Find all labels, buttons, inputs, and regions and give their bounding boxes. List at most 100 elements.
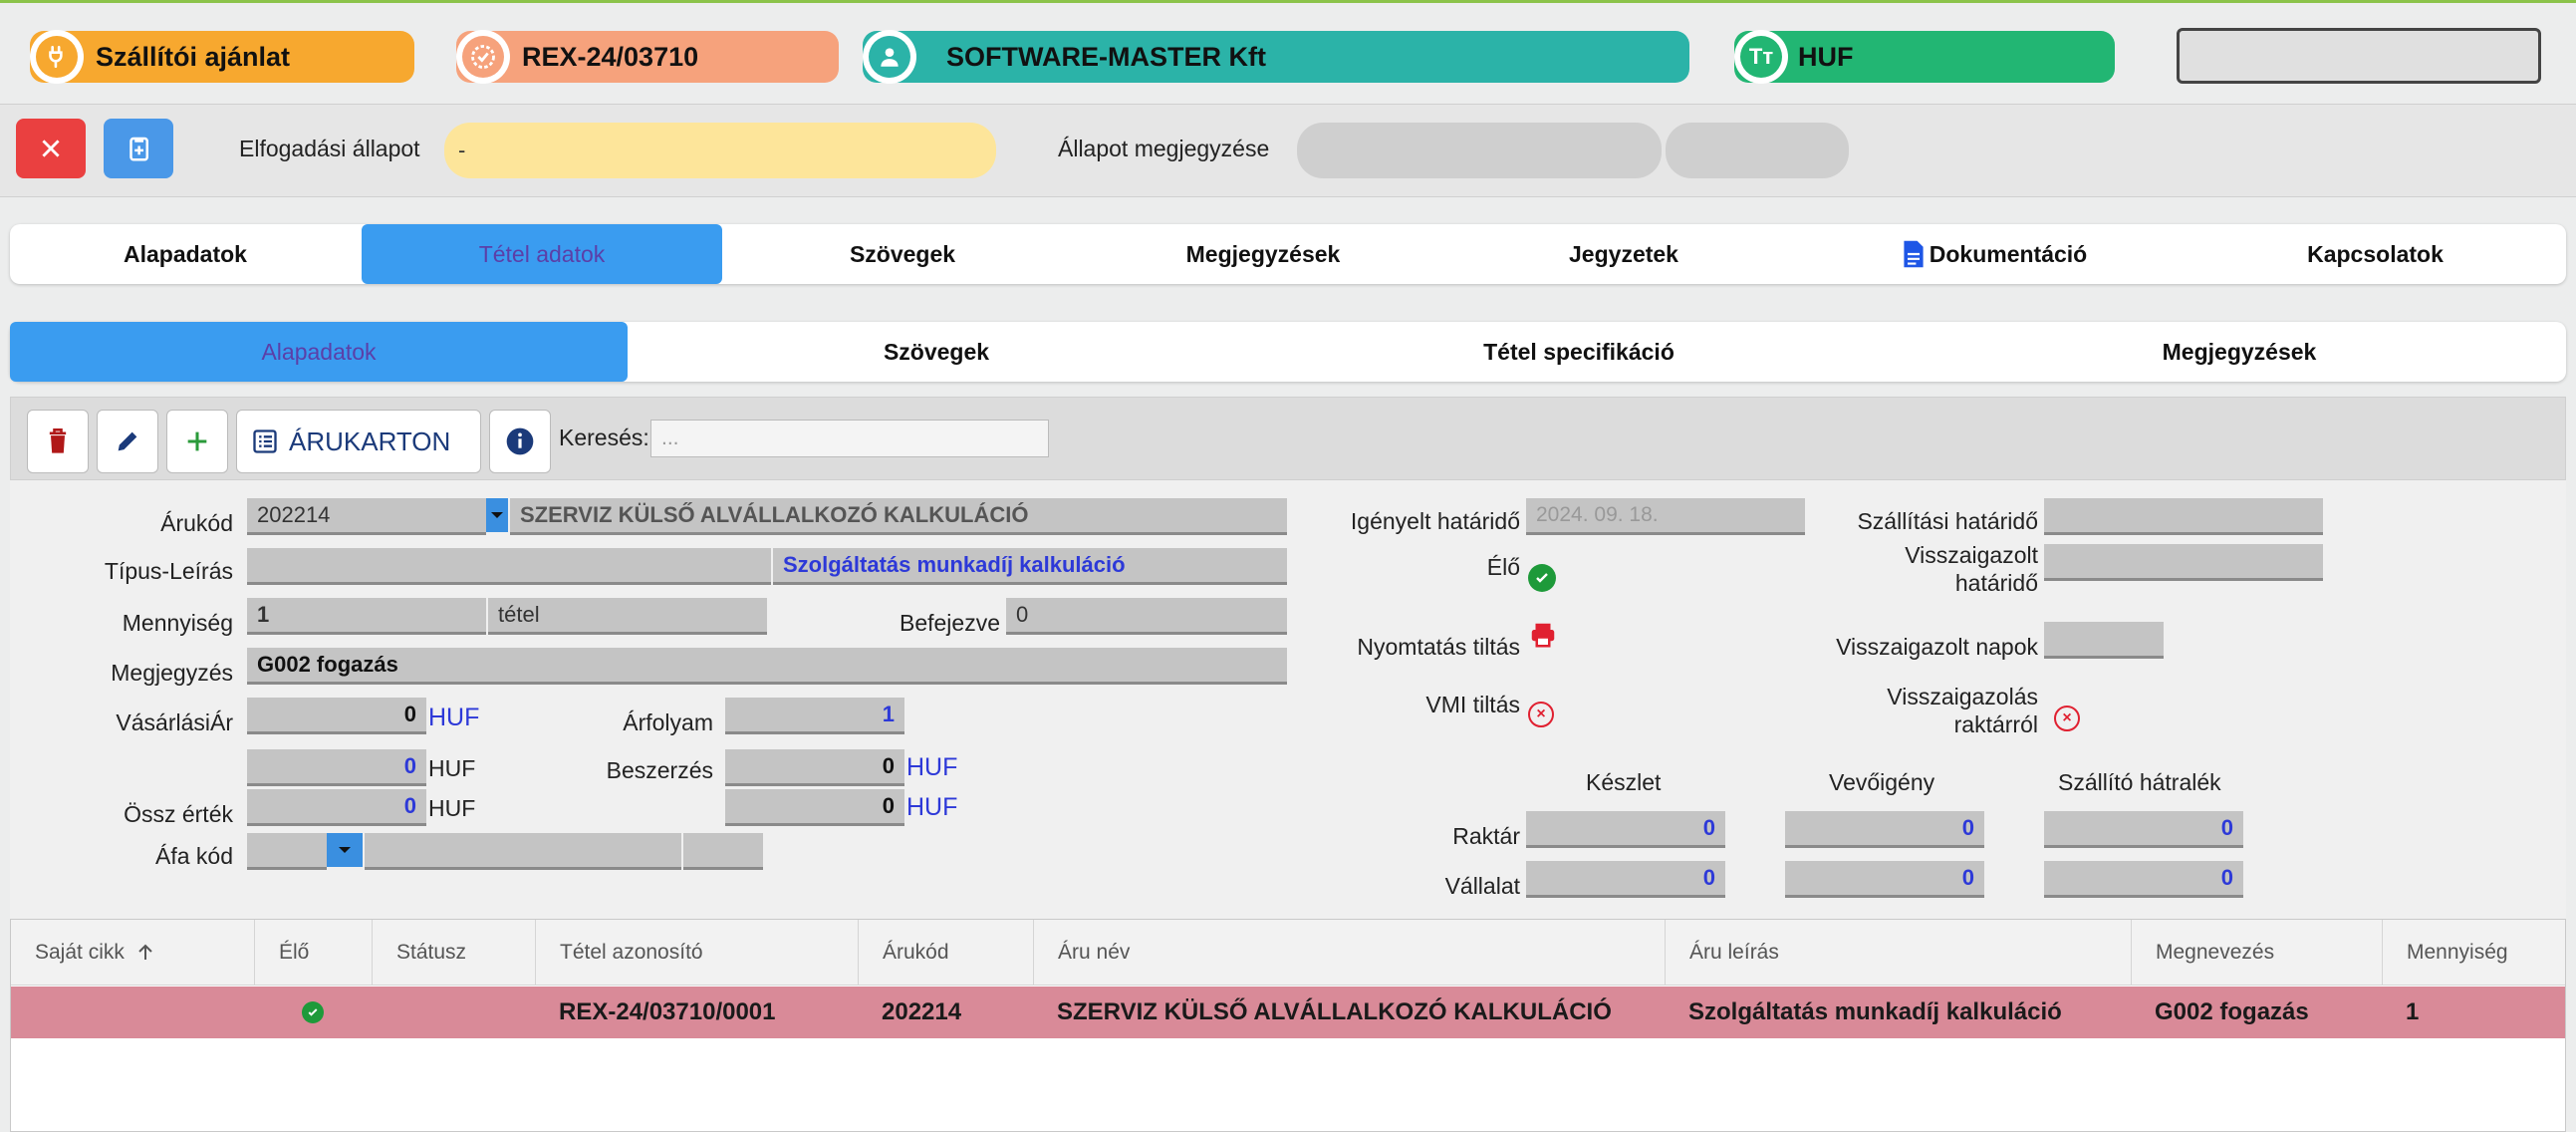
vallalat-label: Vállalat <box>1444 873 1520 899</box>
stock-header-szallito: Szállító hátralék <box>2058 769 2221 795</box>
visszaig-napok-field[interactable] <box>2044 622 2164 656</box>
grid-header: Saját cikk Élő Státusz Tétel azonosító Á… <box>11 920 2565 986</box>
chevron-down-icon <box>339 847 351 853</box>
status-row: Elfogadási állapot - Állapot megjegyzése <box>0 104 2576 197</box>
document-header: Szállítói ajánlat REX-24/03710 SOFTWARE-… <box>0 0 2576 104</box>
afa-dropdown[interactable] <box>327 833 363 867</box>
table-row[interactable]: REX-24/03710/0001 202214 SZERVIZ KÜLSŐ A… <box>11 987 2565 1038</box>
raktar-label: Raktár <box>1452 823 1520 849</box>
acceptance-field[interactable]: - <box>444 123 996 178</box>
visszaig-raktar-x-icon[interactable]: × <box>2054 706 2080 731</box>
tab-megjegyzesek[interactable]: Megjegyzések <box>1083 224 1443 284</box>
beszerzes-field: 0 <box>725 749 904 783</box>
search-label: Keresés: <box>559 424 649 450</box>
tipus-field[interactable] <box>247 548 771 582</box>
document-icon <box>1904 240 1924 268</box>
tab-szovegek[interactable]: Szövegek <box>722 224 1083 284</box>
items-grid: Saját cikk Élő Státusz Tétel azonosító Á… <box>10 919 2566 1132</box>
search-input[interactable]: ... <box>650 420 1049 457</box>
copy-document-button[interactable] <box>104 119 173 178</box>
stock-header-keszlet: Készlet <box>1586 769 1662 795</box>
tipus-label: Típus-Leírás <box>104 558 233 584</box>
col-aru-nev[interactable]: Áru név <box>1033 920 1665 986</box>
info-icon <box>506 427 534 455</box>
szallitasi-field[interactable] <box>2044 498 2323 532</box>
row-arukod: 202214 <box>882 998 962 1025</box>
tab-tetel-adatok[interactable]: Tétel adatok <box>362 224 722 284</box>
close-button[interactable] <box>16 119 86 178</box>
col-arukod[interactable]: Árukód <box>858 920 1033 986</box>
col-megnevezes[interactable]: Megnevezés <box>2131 920 2382 986</box>
tab-jegyzetek[interactable]: Jegyzetek <box>1443 224 1804 284</box>
sub-tabbar: Alapadatok Szövegek Tétel specifikáció M… <box>10 322 2566 382</box>
tab-dokumentacio[interactable]: Dokumentáció <box>1804 224 2185 284</box>
vasarlasi-label: VásárlásiÁr <box>116 709 233 735</box>
partner-pill: SOFTWARE-MASTER Kft <box>863 30 1689 84</box>
arukarton-button[interactable]: ÁRUKARTON <box>236 410 481 473</box>
tab-dokumentacio-label: Dokumentáció <box>1929 240 2088 267</box>
printer-icon[interactable] <box>1528 620 1558 655</box>
chevron-down-icon <box>486 498 508 532</box>
visszaig-hat-label-2: határidő <box>1954 570 2038 596</box>
info-button[interactable] <box>489 410 551 473</box>
currency-text: HUF <box>1798 41 1854 72</box>
raktar-vevoigeny: 0 <box>1785 811 1984 845</box>
ossz-currency: HUF <box>428 795 476 821</box>
status-note-label: Állapot megjegyzése <box>1058 136 1270 161</box>
igenyelt-field[interactable]: 2024. 09. 18. <box>1526 498 1805 532</box>
col-elo[interactable]: Élő <box>254 920 372 986</box>
subtab-alapadatok[interactable]: Alapadatok <box>10 322 628 382</box>
col-statusz[interactable]: Státusz <box>372 920 535 986</box>
igenyelt-label: Igényelt határidő <box>1350 508 1520 534</box>
edit-button[interactable] <box>97 410 158 473</box>
tipus-description: Szolgáltatás munkadíj kalkuláció <box>773 548 1287 582</box>
tab-alapadatok[interactable]: Alapadatok <box>10 224 361 284</box>
visszaig-napok-label: Visszaigazolt napok <box>1836 634 2038 660</box>
arukod-field[interactable]: 202214 <box>247 498 486 532</box>
doc-type-text: Szállítói ajánlat <box>96 41 291 72</box>
header-input-box[interactable] <box>2177 28 2541 84</box>
arukod-label: Árukód <box>160 510 233 536</box>
mennyiseg-label: Mennyiség <box>122 610 233 636</box>
arfolyam-label: Árfolyam <box>623 709 713 735</box>
ossz-label: Össz érték <box>124 801 233 827</box>
visszaig-raktar-label-1: Visszaigazolás <box>1887 684 2038 709</box>
subtab-megjegyzesek[interactable]: Megjegyzések <box>1913 322 2566 382</box>
megjegyzes-field[interactable]: G002 fogazás <box>247 648 1287 682</box>
col-mennyiseg[interactable]: Mennyiség <box>2382 920 2567 986</box>
befejezve-field[interactable]: 0 <box>1006 598 1287 632</box>
vasarlasi-field[interactable]: 0 <box>247 698 426 731</box>
raktar-szallito: 0 <box>2044 811 2243 845</box>
delete-button[interactable] <box>27 410 89 473</box>
arukod-dropdown[interactable] <box>486 498 508 532</box>
col-sajat-cikk[interactable]: Saját cikk <box>11 920 254 986</box>
sort-up-icon <box>138 944 152 960</box>
visszaig-raktar-label-2: raktárról <box>1953 711 2038 737</box>
nyomtatas-label: Nyomtatás tiltás <box>1357 634 1520 660</box>
vallalat-keszlet: 0 <box>1526 861 1725 895</box>
row-nev: SZERVIZ KÜLSŐ ALVÁLLALKOZÓ KALKULÁCIÓ <box>1057 998 1612 1025</box>
item-toolbar: ÁRUKARTON Keresés: ... <box>10 397 2566 480</box>
add-button[interactable] <box>166 410 228 473</box>
visszaig-hat-field[interactable] <box>2044 544 2323 578</box>
clipboard-add-icon <box>129 137 148 161</box>
main-tabbar: Alapadatok Tétel adatok Szövegek Megjegy… <box>10 224 2566 284</box>
col-aru-leiras[interactable]: Áru leírás <box>1665 920 2131 986</box>
tab-kapcsolatok[interactable]: Kapcsolatok <box>2185 224 2566 284</box>
ossz-right-currency: HUF <box>906 793 958 821</box>
trash-icon <box>49 428 67 453</box>
afa-field[interactable] <box>247 833 327 867</box>
subtab-szovegek[interactable]: Szövegek <box>628 322 1245 382</box>
status-note-extra-field[interactable] <box>1666 123 1849 178</box>
text-size-icon: Tт <box>1734 30 1788 84</box>
megjegyzes-label: Megjegyzés <box>111 660 233 686</box>
mennyiseg-field[interactable]: 1 <box>247 598 486 632</box>
arfolyam-field[interactable]: 1 <box>725 698 904 731</box>
vmi-x-icon[interactable]: × <box>1528 702 1554 727</box>
subtab-tetel-specifikacio[interactable]: Tétel specifikáció <box>1245 322 1913 382</box>
col-tetel-azonosito[interactable]: Tétel azonosító <box>535 920 858 986</box>
vasarlasi-huf-field: 0 <box>247 749 426 783</box>
person-icon <box>863 30 916 84</box>
befejezve-label: Befejezve <box>899 610 1000 636</box>
status-note-field[interactable] <box>1297 123 1662 178</box>
